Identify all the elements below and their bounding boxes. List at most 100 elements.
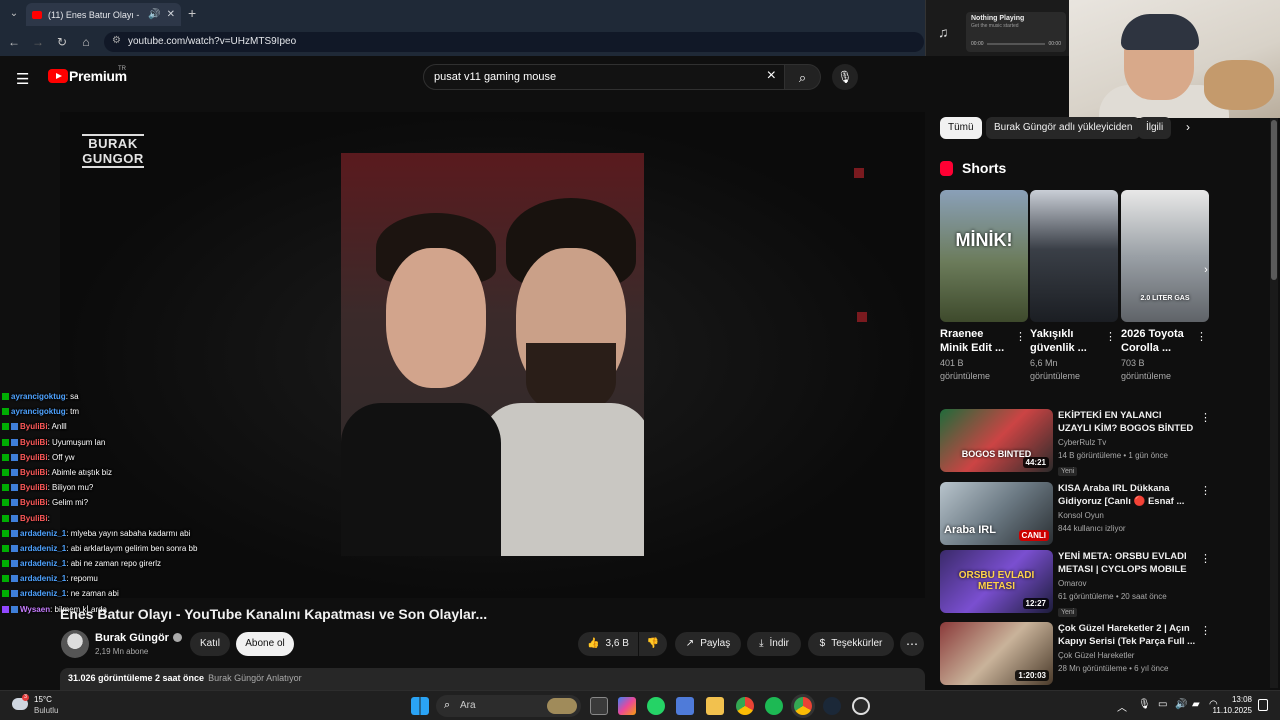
chat-text: : abi arklarlayım gelirim ben sonra bb <box>66 543 198 553</box>
taskbar-search[interactable]: ⌕ Ara <box>436 695 581 717</box>
audio-playing-icon[interactable]: 🔊 <box>148 9 160 20</box>
chat-message: ayrancigoktug: tm <box>2 404 302 419</box>
thumbnail-text: Araba IRL <box>944 524 996 536</box>
obs-icon[interactable] <box>852 697 870 715</box>
recommendation-item[interactable]: 1:20:03 Çok Güzel Hareketler 2 | Açın Ka… <box>940 622 1211 686</box>
chat-badge-icon <box>2 529 9 537</box>
chat-text: : Anlll <box>47 422 67 432</box>
subscribe-button[interactable]: Abone ol <box>236 632 294 656</box>
chip-from-uploader[interactable]: Burak Güngör adlı yükleyiciden <box>986 117 1141 139</box>
short-item[interactable]: 2.0 LITER GAS 2026 Toyota Corolla ... 70… <box>1121 190 1209 383</box>
search-button[interactable]: ⌕ <box>785 64 821 90</box>
chat-username: ByuliBi <box>20 467 48 477</box>
short-menu-icon[interactable]: ⋮ <box>1196 330 1207 343</box>
copilot-icon[interactable] <box>618 697 636 715</box>
dislike-button[interactable]: 👎 <box>639 632 667 656</box>
whatsapp-icon[interactable] <box>647 697 665 715</box>
region-label: TR <box>118 66 126 72</box>
clock-time[interactable]: 13:08 <box>1226 695 1252 704</box>
home-icon[interactable]: ⌂ <box>78 34 94 50</box>
spotify-icon[interactable] <box>765 697 783 715</box>
chat-message: ByuliBi: Uyumuşum lan <box>2 435 302 450</box>
like-button[interactable]: 👍 3,6 B <box>578 632 638 656</box>
short-item[interactable]: MİNİK! Rraenee Minik Edit ... 401 B görü… <box>940 190 1028 383</box>
search-input[interactable]: pusat v11 gaming mouse <box>434 71 556 83</box>
recommendation-item[interactable]: ORSBU EVLADI METASI 12:27 YENİ META: ORS… <box>940 550 1211 617</box>
browser-tab[interactable]: (11) Enes Batur Olayı - YouT 🔊 ✕ <box>26 3 181 26</box>
share-button[interactable]: ↗ Paylaş <box>675 632 741 656</box>
scrollbar-thumb[interactable] <box>1271 120 1277 280</box>
volume-tray-icon[interactable]: 🔊 <box>1175 699 1187 710</box>
short-menu-icon[interactable]: ⋮ <box>1105 330 1116 343</box>
menu-icon[interactable]: ☰ <box>16 70 29 88</box>
short-item[interactable]: Yakışıklı güvenlik ... 6,6 Mn görüntülem… <box>1030 190 1118 383</box>
recommendation-menu-icon[interactable]: ⋮ <box>1200 484 1211 497</box>
recommendation-thumbnail: Araba IRL CANLI <box>940 482 1053 545</box>
short-thumbnail <box>1030 190 1118 322</box>
recommendation-menu-icon[interactable]: ⋮ <box>1200 411 1211 424</box>
chat-message: ardadeniz_1: abi ne zaman repo girerlz <box>2 556 302 571</box>
weather-description[interactable]: Bulutlu <box>34 706 58 715</box>
chrome-icon[interactable] <box>736 697 754 715</box>
chip-all[interactable]: Tümü <box>940 117 982 139</box>
chat-message: ayrancigoktug: sa <box>2 389 302 404</box>
music-track[interactable] <box>986 43 1046 45</box>
chat-badge-icon <box>11 560 18 568</box>
site-info-icon[interactable]: ⚙ <box>112 35 121 46</box>
download-button[interactable]: ⤓ İndir <box>747 632 801 656</box>
clock-date[interactable]: 11.10.2025 <box>1208 706 1252 715</box>
video-photo <box>341 153 644 556</box>
chat-badge-icon <box>2 423 9 431</box>
clear-search-icon[interactable]: × <box>767 67 776 85</box>
steam-icon[interactable] <box>823 697 841 715</box>
recommendation-meta: 844 kullanıcı izliyor <box>1058 524 1126 533</box>
reload-icon[interactable]: ↻ <box>54 34 70 50</box>
chat-badge-icon <box>11 514 18 522</box>
chevron-right-icon[interactable]: › <box>1186 120 1190 134</box>
notification-icon[interactable] <box>1258 699 1268 711</box>
chat-username: ayrancigoktug <box>11 392 66 401</box>
chat-badge-icon <box>11 423 18 431</box>
chat-text: : Abimle atıştık biz <box>47 467 113 477</box>
chip-related[interactable]: İlgili <box>1138 117 1172 139</box>
store-icon[interactable] <box>676 697 694 715</box>
search-box[interactable]: pusat v11 gaming mouse × <box>423 64 785 90</box>
recommendation-item[interactable]: Araba IRL CANLI KISA Araba IRL Dükkana G… <box>940 482 1211 546</box>
battery-tray-icon[interactable]: ▰ <box>1192 699 1200 710</box>
chat-badge-icon <box>11 468 18 476</box>
tray-overflow-icon[interactable]: ︿ <box>1117 699 1127 714</box>
description-box[interactable]: 31.026 görüntüleme 2 saat önce Burak Güng… <box>60 668 925 690</box>
weather-temperature[interactable]: 15°C <box>34 695 52 704</box>
download-icon: ⤓ <box>759 638 764 649</box>
forward-icon[interactable]: → <box>30 34 46 50</box>
back-icon[interactable]: ← <box>6 34 22 50</box>
chrome-active-icon[interactable] <box>794 697 812 715</box>
channel-name[interactable]: Burak Güngör <box>95 632 182 644</box>
recommendation-channel: Omarov <box>1058 579 1087 588</box>
recommendation-menu-icon[interactable]: ⋮ <box>1200 624 1211 637</box>
recommendation-menu-icon[interactable]: ⋮ <box>1200 552 1211 565</box>
file-explorer-icon[interactable] <box>706 697 724 715</box>
new-tab-button[interactable]: + <box>188 5 196 21</box>
url-field[interactable]: ⚙ youtube.com/watch?v=UHzMTS9Ipeo <box>104 32 924 52</box>
tab-list-icon[interactable]: ⌄ <box>6 6 22 22</box>
close-tab-icon[interactable]: ✕ <box>167 9 175 20</box>
watermark-line-1: BURAK <box>88 136 138 151</box>
display-tray-icon[interactable]: ▭ <box>1158 699 1167 710</box>
short-menu-icon[interactable]: ⋮ <box>1015 330 1026 343</box>
youtube-logo-icon[interactable] <box>48 69 68 83</box>
more-actions-button[interactable]: ⋯ <box>900 632 924 656</box>
chat-badge-icon <box>11 499 18 507</box>
now-playing-box[interactable]: Nothing Playing Get the music started 00… <box>966 12 1066 52</box>
task-view-icon[interactable] <box>590 697 608 715</box>
chat-badge-icon <box>2 408 9 416</box>
recommendation-item[interactable]: BOGOS BINTED 44:21 EKİPTEKİ EN YALANCI U… <box>940 409 1211 476</box>
mic-tray-icon[interactable]: 🎙 <box>1138 699 1151 710</box>
join-button[interactable]: Katıl <box>190 632 230 656</box>
thanks-button[interactable]: $ Teşekkürler <box>808 632 894 656</box>
chat-badge-icon <box>11 544 18 552</box>
voice-search-button[interactable]: 🎙 <box>832 64 858 90</box>
shorts-next-icon[interactable]: › <box>1196 260 1216 280</box>
windows-start-icon[interactable] <box>411 697 429 715</box>
channel-avatar[interactable] <box>61 630 89 658</box>
